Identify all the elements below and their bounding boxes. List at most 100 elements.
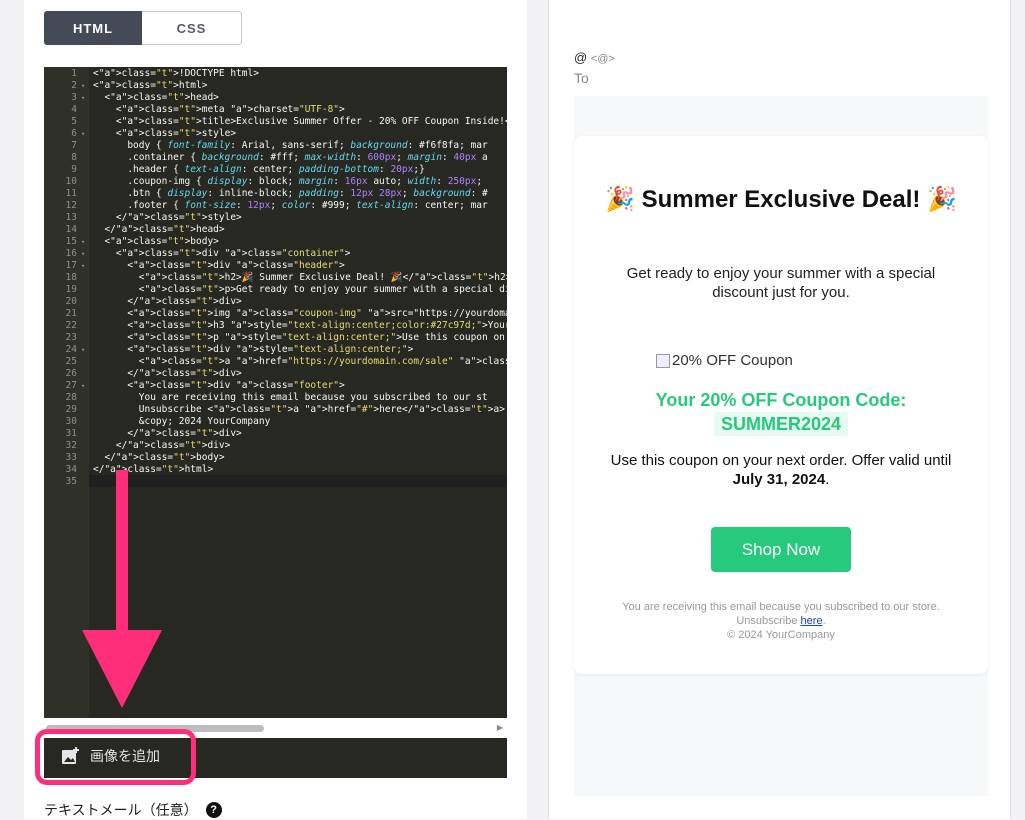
line-number: 17 [65, 260, 77, 271]
code-line: Unsubscribe <"a">class="t">a "a">href="#… [93, 404, 507, 415]
line-number: 31 [65, 428, 77, 439]
code-line: .container { background: #fff; max-width… [93, 152, 488, 163]
line-number: 19 [65, 284, 77, 295]
footer-unsubscribe: Unsubscribe here. [604, 614, 958, 628]
code-line: <"a">class="t">style> [93, 128, 237, 139]
footer-unsub-prefix: Unsubscribe [736, 615, 801, 627]
line-number: 23 [65, 332, 77, 343]
line-number: 6 [71, 128, 77, 139]
email-preview-panel: @ <@> To 🎉 Summer Exclusive Deal! 🎉 Get … [548, 0, 1011, 819]
line-number: 4 [71, 104, 77, 115]
code-line: <"a">class="t">meta "a">charset="UTF-8"> [93, 104, 345, 115]
line-number: 12 [65, 200, 77, 211]
line-number: 9 [71, 164, 77, 175]
code-line: <"a">class="t">a "a">href="https://yourd… [93, 356, 507, 367]
highlight-annotation-box [35, 729, 196, 785]
line-number: 18 [65, 272, 77, 283]
tab-html[interactable]: HTML [44, 11, 142, 45]
coupon-note-prefix: Use this coupon on your next order. Offe… [610, 452, 952, 469]
code-line: <"a">class="t">img "a">class="coupon-img… [93, 308, 507, 319]
line-number: 33 [65, 452, 77, 463]
down-arrow-annotation-icon [82, 470, 162, 708]
line-number: 32 [65, 440, 77, 451]
from-symbol: @ [574, 50, 588, 65]
fold-toggle-icon[interactable]: ▾ [81, 92, 85, 104]
code-line: <"a">class="t">html> [93, 80, 208, 91]
line-number: 24 [65, 344, 77, 355]
line-number: 7 [71, 140, 77, 151]
code-line: <"a">class="t">title>Exclusive Summer Of… [93, 116, 507, 127]
email-body-background: 🎉 Summer Exclusive Deal! 🎉 Get ready to … [574, 96, 988, 796]
fold-toggle-icon[interactable]: ▾ [81, 380, 85, 392]
line-number: 35 [65, 476, 77, 487]
fold-toggle-icon[interactable]: ▾ [81, 248, 85, 260]
text-email-label: テキストメール（任意） ? [44, 800, 222, 820]
line-number: 13 [65, 212, 77, 223]
fold-toggle-icon[interactable]: ▾ [81, 236, 85, 248]
line-number: 21 [65, 308, 77, 319]
coupon-heading: Your 20% OFF Coupon Code: SUMMER2024 [604, 389, 958, 436]
editor-tabs: HTML CSS [44, 11, 242, 45]
fold-toggle-icon[interactable]: ▾ [81, 260, 85, 272]
code-line: <"a">class="t">head> [93, 92, 219, 103]
code-line: <"a">class="t">p>Get ready to enjoy your… [93, 284, 507, 295]
footer-copyright: © 2024 YourCompany [727, 629, 835, 641]
code-line: </"a">class="t">div> [93, 428, 242, 439]
email-footer: You are receiving this email because you… [604, 600, 958, 642]
code-line: </"a">class="t">div> [93, 296, 242, 307]
code-line: </"a">class="t">head> [93, 224, 225, 235]
fold-toggle-icon[interactable]: ▾ [81, 344, 85, 356]
shop-now-button[interactable]: Shop Now [711, 527, 851, 572]
code-line: .footer { font-size: 12px; color: #999; … [93, 200, 488, 211]
line-number: 10 [65, 176, 77, 187]
line-number: 26 [65, 368, 77, 379]
code-line: .coupon-img { display: block; margin: 16… [93, 176, 483, 187]
code-line: <"a">class="t">div "a">class="header"> [93, 260, 345, 271]
line-number: 8 [71, 152, 77, 163]
code-line: </"a">class="t">div> [93, 440, 231, 451]
line-number: 30 [65, 416, 77, 427]
coupon-image: 20% OFF Coupon [656, 352, 793, 369]
code-line: .header { text-align: center; padding-bo… [93, 164, 425, 175]
line-number: 29 [65, 404, 77, 415]
footer-subscription-note: You are receiving this email because you… [622, 601, 940, 613]
code-line: </"a">class="t">style> [93, 212, 242, 223]
code-line: <"a">class="t">div "a">style="text-align… [93, 344, 414, 355]
line-number: 22 [65, 320, 77, 331]
coupon-note-suffix: . [825, 471, 830, 488]
line-number: 34 [65, 464, 77, 475]
line-number: 14 [65, 224, 77, 235]
unsubscribe-link[interactable]: here [801, 615, 823, 627]
code-line: <"a">class="t">div "a">class="container"… [93, 248, 351, 259]
line-number: 20 [65, 296, 77, 307]
code-line: </"a">class="t">body> [93, 452, 225, 463]
code-line: <"a">class="t">h2>🎉 Summer Exclusive Dea… [93, 272, 507, 283]
line-number: 3 [71, 92, 77, 103]
broken-image-icon [656, 353, 670, 368]
fold-toggle-icon[interactable]: ▾ [81, 80, 85, 92]
text-email-label-text: テキストメール（任意） [44, 802, 198, 818]
code-line: <"a">class="t">div "a">class="footer"> [93, 380, 345, 391]
from-address: <@> [590, 53, 615, 65]
code-line: </"a">class="t">div> [93, 368, 242, 379]
footer-unsub-suffix: . [822, 615, 826, 627]
scroll-right-icon[interactable]: ▶ [497, 723, 503, 732]
code-line: <"a">class="t">!DOCTYPE html> [93, 68, 259, 79]
line-number: 5 [71, 116, 77, 127]
email-intro-text: Get ready to enjoy your summer with a sp… [626, 265, 936, 301]
code-line: &copy; 2024 YourCompany [93, 416, 271, 427]
tab-css[interactable]: CSS [142, 11, 242, 45]
email-heading: 🎉 Summer Exclusive Deal! 🎉 [605, 186, 957, 213]
coupon-image-alt: 20% OFF Coupon [672, 352, 793, 369]
line-number: 16 [65, 248, 77, 259]
line-number: 25 [65, 356, 77, 367]
code-line: .btn { display: inline-block; padding: 1… [93, 188, 488, 199]
fold-toggle-icon[interactable]: ▾ [81, 128, 85, 140]
code-line: <"a">class="t">h3 "a">style="text-align:… [93, 320, 507, 331]
line-number: 1 [71, 68, 77, 79]
coupon-heading-text: Your 20% OFF Coupon Code: [655, 390, 907, 410]
code-line: <"a">class="t">p "a">style="text-align:c… [93, 332, 505, 343]
to-field: To [574, 70, 589, 86]
help-icon[interactable]: ? [205, 802, 222, 818]
from-field: @ <@> [574, 50, 615, 65]
